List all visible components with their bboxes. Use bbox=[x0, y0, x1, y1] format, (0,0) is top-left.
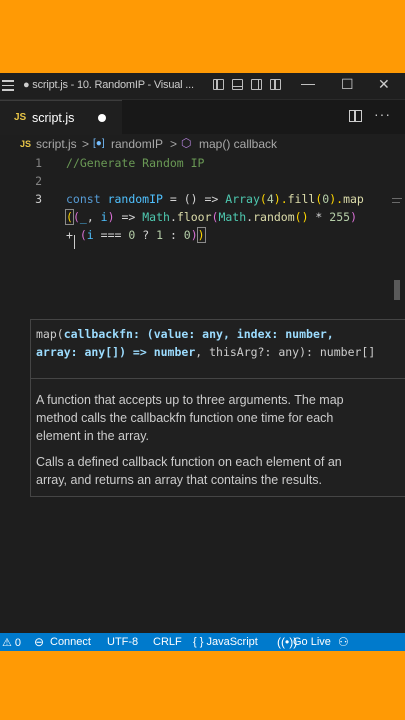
tab-bar: JS script.js ··· bbox=[0, 100, 405, 135]
toggle-sidebar-icon[interactable] bbox=[213, 79, 224, 90]
minimap-line bbox=[392, 198, 402, 199]
js-file-icon: JS bbox=[14, 112, 27, 123]
text-cursor-icon bbox=[74, 235, 75, 249]
remote-icon[interactable]: ⊖ bbox=[34, 635, 44, 649]
method: floor bbox=[176, 210, 212, 224]
keyword: const bbox=[66, 192, 101, 206]
customize-layout-icon[interactable] bbox=[270, 79, 281, 90]
line-number: 1 bbox=[35, 156, 42, 170]
identifier: randomIP bbox=[107, 192, 163, 206]
bracket: ). bbox=[273, 192, 288, 206]
method: random bbox=[253, 210, 295, 224]
code-line-3: const randomIP = () => Array(4).fill(0).… bbox=[66, 192, 364, 206]
window-title: ● script.js - 10. RandomIP - Visual ... bbox=[23, 79, 194, 91]
more-actions-icon[interactable]: ··· bbox=[374, 106, 391, 122]
matched-bracket: ( bbox=[65, 209, 74, 225]
comment-text: /Generate Random IP bbox=[72, 156, 205, 170]
operator: ? bbox=[135, 228, 157, 242]
parameter: _ bbox=[79, 210, 87, 224]
number: 1 bbox=[156, 228, 164, 242]
split-editor-icon[interactable] bbox=[349, 110, 362, 122]
connect-button[interactable]: Connect bbox=[50, 636, 91, 648]
description-2: Calls a defined callback function on eac… bbox=[36, 455, 342, 487]
method: map bbox=[343, 192, 364, 206]
operator: : bbox=[163, 228, 184, 242]
comment-slash: / bbox=[66, 156, 73, 170]
breadcrumb-file[interactable]: script.js bbox=[36, 137, 77, 151]
breadcrumb-callback[interactable]: map() callback bbox=[199, 137, 277, 151]
method-icon: ⬡ bbox=[181, 136, 192, 150]
description-1: A function that accepts up to three argu… bbox=[36, 393, 344, 443]
vscode-window: ● script.js - 10. RandomIP - Visual ... … bbox=[0, 73, 405, 651]
bracket: ) bbox=[107, 210, 115, 224]
title-bar: ● script.js - 10. RandomIP - Visual ... … bbox=[0, 73, 405, 100]
breadcrumb-separator: > bbox=[170, 137, 178, 151]
class-name: Array bbox=[225, 192, 260, 206]
number: 255 bbox=[329, 210, 351, 224]
operator: + bbox=[66, 228, 80, 242]
line-number: 2 bbox=[35, 174, 42, 188]
problems-indicator[interactable]: ⚠ 0 bbox=[2, 636, 21, 649]
maximize-button[interactable]: ☐ bbox=[341, 76, 354, 93]
parameter: i bbox=[86, 228, 94, 242]
toggle-panel-icon[interactable] bbox=[232, 79, 243, 90]
js-file-icon: JS bbox=[20, 139, 32, 149]
bracket: ) bbox=[190, 228, 198, 242]
class-name: Math bbox=[218, 210, 247, 224]
bracket: ( bbox=[72, 210, 80, 224]
operator: * bbox=[308, 210, 330, 224]
hover-tooltip: map(callbackfn: (value: any, index: numb… bbox=[30, 319, 405, 497]
breadcrumb: JS script.js > [●] randomIP > ⬡ map() ca… bbox=[0, 135, 405, 153]
signature-rest: , thisArg?: any): number[] bbox=[195, 345, 376, 359]
matched-bracket: ) bbox=[196, 227, 206, 243]
minimap-line bbox=[392, 202, 400, 203]
tab-label: script.js bbox=[32, 111, 75, 125]
bracket: ) bbox=[350, 210, 357, 224]
feedback-icon[interactable]: ⚇ bbox=[338, 635, 349, 649]
encoding-selector[interactable]: UTF-8 bbox=[107, 636, 138, 648]
parameter: i bbox=[100, 210, 108, 224]
bracket: ( bbox=[259, 192, 267, 206]
number: 0 bbox=[183, 228, 191, 242]
operator: => bbox=[114, 210, 143, 224]
number: 4 bbox=[266, 192, 274, 206]
punctuation: , bbox=[86, 210, 101, 224]
layout-controls bbox=[213, 79, 289, 93]
status-bar: ⚠ 0 ⊖ Connect UTF-8 CRLF { } JavaScript … bbox=[0, 633, 405, 651]
method: fill bbox=[287, 192, 316, 206]
bracket: ( bbox=[79, 228, 87, 242]
tab-script-js[interactable]: JS script.js bbox=[0, 100, 122, 135]
bracket: ). bbox=[329, 192, 344, 206]
go-live-button[interactable]: Go Live bbox=[293, 636, 331, 648]
signature: map(callbackfn: (value: any, index: numb… bbox=[36, 325, 376, 361]
bracket: () bbox=[294, 210, 309, 224]
toggle-secondary-sidebar-icon[interactable] bbox=[251, 79, 262, 90]
code-line-3-wrap-1: ((_, i) => Math.floor(Math.random() * 25… bbox=[65, 209, 357, 225]
divider bbox=[31, 378, 405, 379]
menu-icon[interactable] bbox=[2, 80, 14, 94]
language-selector[interactable]: { } JavaScript bbox=[193, 636, 258, 648]
breadcrumb-separator: > bbox=[82, 137, 90, 151]
minimize-button[interactable]: — bbox=[301, 75, 315, 91]
unsaved-dot-icon[interactable] bbox=[98, 114, 106, 122]
punctuation: . bbox=[169, 210, 177, 224]
class-name: Math bbox=[142, 210, 170, 224]
operator: === bbox=[93, 228, 129, 242]
scrollbar-thumb[interactable] bbox=[394, 280, 400, 300]
code-line-3-wrap-2: + (i === 0 ? 1 : 0)) bbox=[66, 227, 206, 243]
close-button[interactable]: ✕ bbox=[378, 76, 390, 93]
signature-prefix: map( bbox=[36, 327, 64, 341]
breadcrumb-variable[interactable]: randomIP bbox=[111, 137, 163, 151]
code-line-1: //Generate Random IP bbox=[66, 156, 205, 170]
eol-selector[interactable]: CRLF bbox=[153, 636, 182, 648]
variable-icon: [●] bbox=[93, 138, 105, 149]
line-number: 3 bbox=[35, 192, 42, 206]
operator: = () => bbox=[162, 192, 226, 206]
